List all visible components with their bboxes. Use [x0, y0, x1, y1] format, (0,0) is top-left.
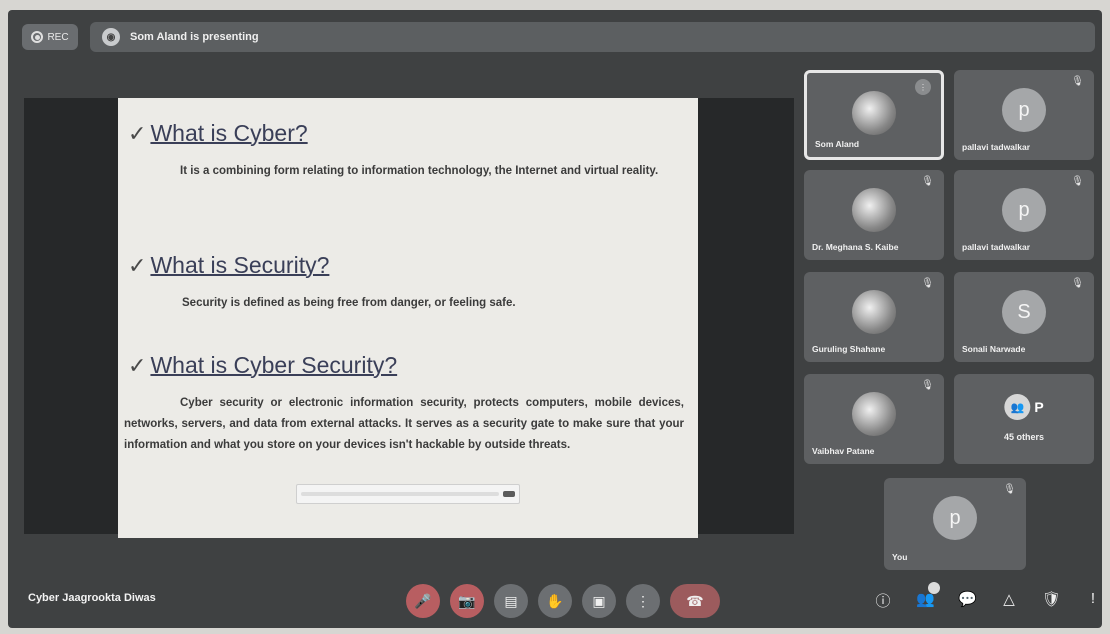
call-controls: 🎤 📷 ▤ ✋ ▣ ⋮ ☎	[406, 584, 720, 618]
avatar: p	[933, 496, 977, 540]
participant-tile[interactable]: 🎙 Guruling Shahane	[804, 272, 944, 362]
avatar	[852, 91, 896, 135]
avatar	[852, 290, 896, 334]
mic-off-icon: 🎙	[921, 380, 934, 391]
slide-paragraph: It is a combining form relating to infor…	[180, 165, 659, 177]
end-call-icon[interactable]: ☎	[670, 584, 720, 618]
mic-off-icon: 🎙	[1071, 176, 1084, 187]
presenting-text: Som Aland is presenting	[130, 31, 259, 43]
host-controls-icon[interactable]: 🛡	[1042, 590, 1061, 611]
participant-tile[interactable]: 🎙 Dr. Meghana S. Kaibe	[804, 170, 944, 260]
slide-heading: ✓ What is Security?	[128, 252, 330, 278]
mic-off-icon: 🎙	[921, 278, 934, 289]
slide-section: ✓ What is Security? Security is defined …	[124, 252, 688, 352]
participant-name: Sonali Narwade	[962, 344, 1026, 354]
avatar	[852, 392, 896, 436]
participant-tile[interactable]: 🎙 Vaibhav Patane	[804, 374, 944, 464]
popup-button[interactable]	[503, 491, 515, 497]
audio-level-icon: ⋮	[915, 79, 931, 95]
mic-off-icon: 🎙	[921, 176, 934, 187]
notification-badge	[928, 582, 940, 594]
slide-section: ✓ What is Cyber Security? Cyber security…	[124, 352, 688, 456]
present-screen-icon[interactable]: ▣	[582, 584, 616, 618]
participant-name: Dr. Meghana S. Kaibe	[812, 242, 899, 252]
participant-name: You	[892, 552, 908, 562]
others-avatars: 👥 P	[1004, 394, 1044, 420]
participant-name: Vaibhav Patane	[812, 446, 875, 456]
others-count: 45 others	[1003, 432, 1045, 442]
participant-name: Som Aland	[815, 139, 860, 149]
top-bar: REC ◉ Som Aland is presenting	[8, 10, 1102, 60]
presenter-avatar-icon: ◉	[102, 28, 120, 46]
avatar: p	[1002, 188, 1046, 232]
shared-slide: ✓ What is Cyber? It is a combining form …	[118, 98, 698, 538]
participant-tile[interactable]: ⋮ Som Aland	[804, 70, 944, 160]
meeting-title: Cyber Jaagrookta Diwas	[28, 592, 156, 604]
meet-window: REC ◉ Som Aland is presenting ✓ What is …	[8, 10, 1102, 628]
avatar: p	[1002, 88, 1046, 132]
others-initial: P	[1034, 399, 1044, 415]
participant-tile[interactable]: S 🎙 Sonali Narwade	[954, 272, 1094, 362]
alert-icon[interactable]: !	[1084, 590, 1102, 611]
mic-off-icon[interactable]: 🎤	[406, 584, 440, 618]
self-tile[interactable]: p 🎙 You	[884, 478, 1026, 570]
participant-tile[interactable]: p 🎙 pallavi tadwalkar	[954, 170, 1094, 260]
slide-heading: ✓ What is Cyber?	[128, 120, 308, 146]
raise-hand-icon[interactable]: ✋	[538, 584, 572, 618]
others-tile[interactable]: 👥 P 45 others	[954, 374, 1094, 464]
bottom-bar: Cyber Jaagrookta Diwas 🎤 📷 ▤ ✋ ▣ ⋮ ☎ ⓘ 👥…	[8, 570, 1102, 628]
info-icon[interactable]: ⓘ	[874, 590, 892, 611]
presenting-banner: ◉ Som Aland is presenting	[90, 22, 1095, 52]
slide-section: ✓ What is Cyber? It is a combining form …	[124, 120, 688, 252]
people-icon[interactable]: 👥	[916, 582, 940, 611]
recording-indicator[interactable]: REC	[22, 24, 78, 50]
participant-tile[interactable]: p 🎙 pallavi tadwalkar	[954, 70, 1094, 160]
slide-paragraph: Cyber security or electronic information…	[124, 397, 684, 451]
presentation-stage: ✓ What is Cyber? It is a combining form …	[24, 98, 794, 538]
chat-icon[interactable]: 💬	[958, 590, 977, 611]
more-options-icon[interactable]: ⋮	[626, 584, 660, 618]
captions-icon[interactable]: ▤	[494, 584, 528, 618]
avatar: S	[1002, 290, 1046, 334]
mic-off-icon: 🎙	[1071, 76, 1084, 87]
check-icon: ✓	[128, 121, 147, 146]
side-panel-controls: ⓘ 👥 💬 △ 🛡 !	[874, 582, 1102, 611]
slide-paragraph: Security is defined as being free from d…	[182, 297, 516, 309]
participant-name: Guruling Shahane	[812, 344, 886, 354]
avatar	[852, 188, 896, 232]
group-icon: 👥	[1004, 394, 1031, 420]
participant-name: pallavi tadwalkar	[962, 142, 1031, 152]
mic-off-icon: 🎙	[1003, 484, 1016, 495]
check-icon: ✓	[128, 353, 147, 378]
participant-name: pallavi tadwalkar	[962, 242, 1031, 252]
rec-label: REC	[47, 31, 69, 43]
record-icon	[31, 31, 44, 43]
activities-icon[interactable]: △	[1000, 590, 1018, 611]
camera-off-icon[interactable]: 📷	[450, 584, 484, 618]
mic-off-icon: 🎙	[1071, 278, 1084, 289]
slide-heading: ✓ What is Cyber Security?	[128, 352, 398, 378]
check-icon: ✓	[128, 253, 147, 278]
overlay-popup[interactable]	[296, 484, 520, 504]
